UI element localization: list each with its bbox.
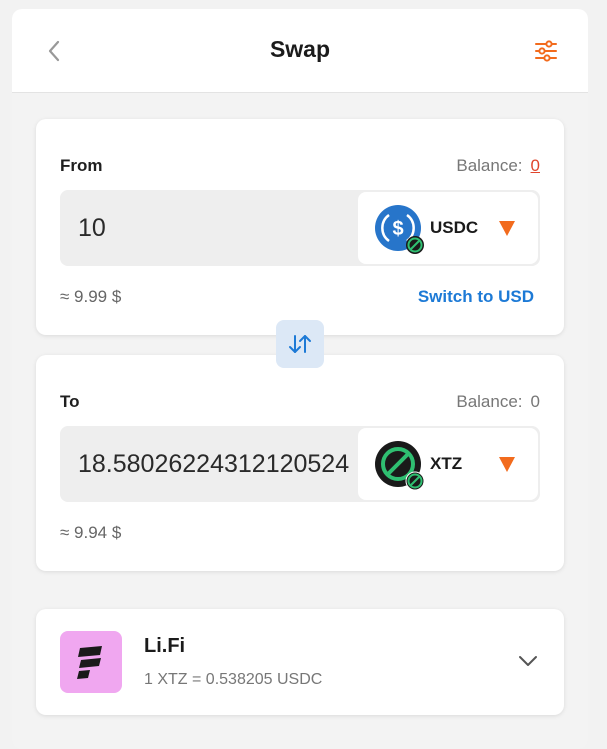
settings-button[interactable] xyxy=(532,38,560,64)
route-exchange-rate: 1 XTZ = 0.538205 USDC xyxy=(144,671,323,688)
to-label: To xyxy=(60,392,80,411)
from-amount-input[interactable] xyxy=(78,190,354,266)
header: Swap xyxy=(12,9,588,93)
lifi-logo-icon xyxy=(77,646,102,679)
chevron-down-icon xyxy=(519,656,537,666)
to-amount-input[interactable] xyxy=(78,426,354,502)
to-input-row: XTZ xyxy=(60,426,540,502)
switch-to-usd-link[interactable]: Switch to USD xyxy=(418,287,534,307)
route-expand-button[interactable] xyxy=(516,651,540,671)
to-usd-value: ≈ 9.94 $ xyxy=(60,523,122,542)
usdc-icon: $ xyxy=(375,205,424,254)
to-token-name: XTZ xyxy=(430,454,463,473)
swap-arrows-icon xyxy=(289,335,311,353)
to-balance-value: 0 xyxy=(530,392,540,411)
route-card[interactable]: Li.Fi 1 XTZ = 0.538205 USDC xyxy=(36,609,564,715)
from-balance-value[interactable]: 0 xyxy=(531,156,540,176)
to-balance-label: Balance: xyxy=(456,392,523,411)
svg-text:$: $ xyxy=(392,218,403,240)
from-token-name: USDC xyxy=(430,218,479,237)
swap-direction-button[interactable] xyxy=(276,320,324,368)
caret-down-icon xyxy=(499,457,515,472)
xtz-icon xyxy=(375,441,424,490)
from-balance-label: Balance: xyxy=(456,156,523,175)
to-balance: Balance: 0 xyxy=(456,392,540,412)
caret-down-icon xyxy=(499,221,515,236)
swap-app: Swap From Balance: 0 10 $ USDC ≈ 9.99 $ … xyxy=(12,9,588,749)
from-input-row: $ USDC xyxy=(60,190,540,266)
route-provider-name: Li.Fi xyxy=(144,635,186,657)
sliders-icon xyxy=(535,40,557,62)
from-balance: Balance: 0 xyxy=(456,156,540,176)
to-token-select[interactable]: XTZ xyxy=(358,428,538,500)
to-card: To Balance: 0 XTZ ≈ 9. xyxy=(36,355,564,571)
from-usd-value: ≈ 9.99 $ xyxy=(60,287,122,306)
from-label: From xyxy=(60,156,103,175)
from-card: From Balance: 0 $ USDC xyxy=(36,119,564,335)
lifi-logo xyxy=(60,631,122,693)
from-token-select[interactable]: $ USDC xyxy=(358,192,538,264)
page-title: Swap xyxy=(269,36,331,62)
